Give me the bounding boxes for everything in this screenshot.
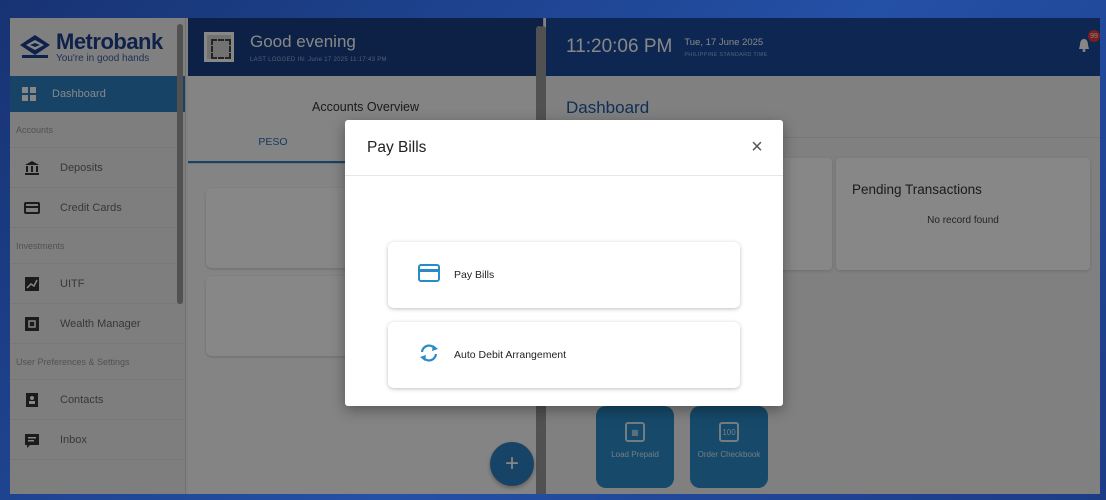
auto-debit-option[interactable]: Auto Debit Arrangement xyxy=(388,322,740,388)
option-label: Auto Debit Arrangement xyxy=(454,349,567,361)
pay-bills-dialog: Pay Bills × Pay Bills Auto Debit Arrange… xyxy=(345,120,783,406)
dialog-title: Pay Bills xyxy=(367,138,427,156)
close-icon[interactable]: × xyxy=(747,137,767,157)
refresh-icon xyxy=(418,343,440,368)
option-label: Pay Bills xyxy=(454,269,495,281)
dialog-header: Pay Bills × xyxy=(345,120,783,176)
pay-bills-option[interactable]: Pay Bills xyxy=(388,242,740,308)
credit-card-icon xyxy=(418,263,440,287)
app-screen: Metrobank You're in good hands Dashboard… xyxy=(10,18,1100,494)
outer-frame: Metrobank You're in good hands Dashboard… xyxy=(0,0,1106,500)
